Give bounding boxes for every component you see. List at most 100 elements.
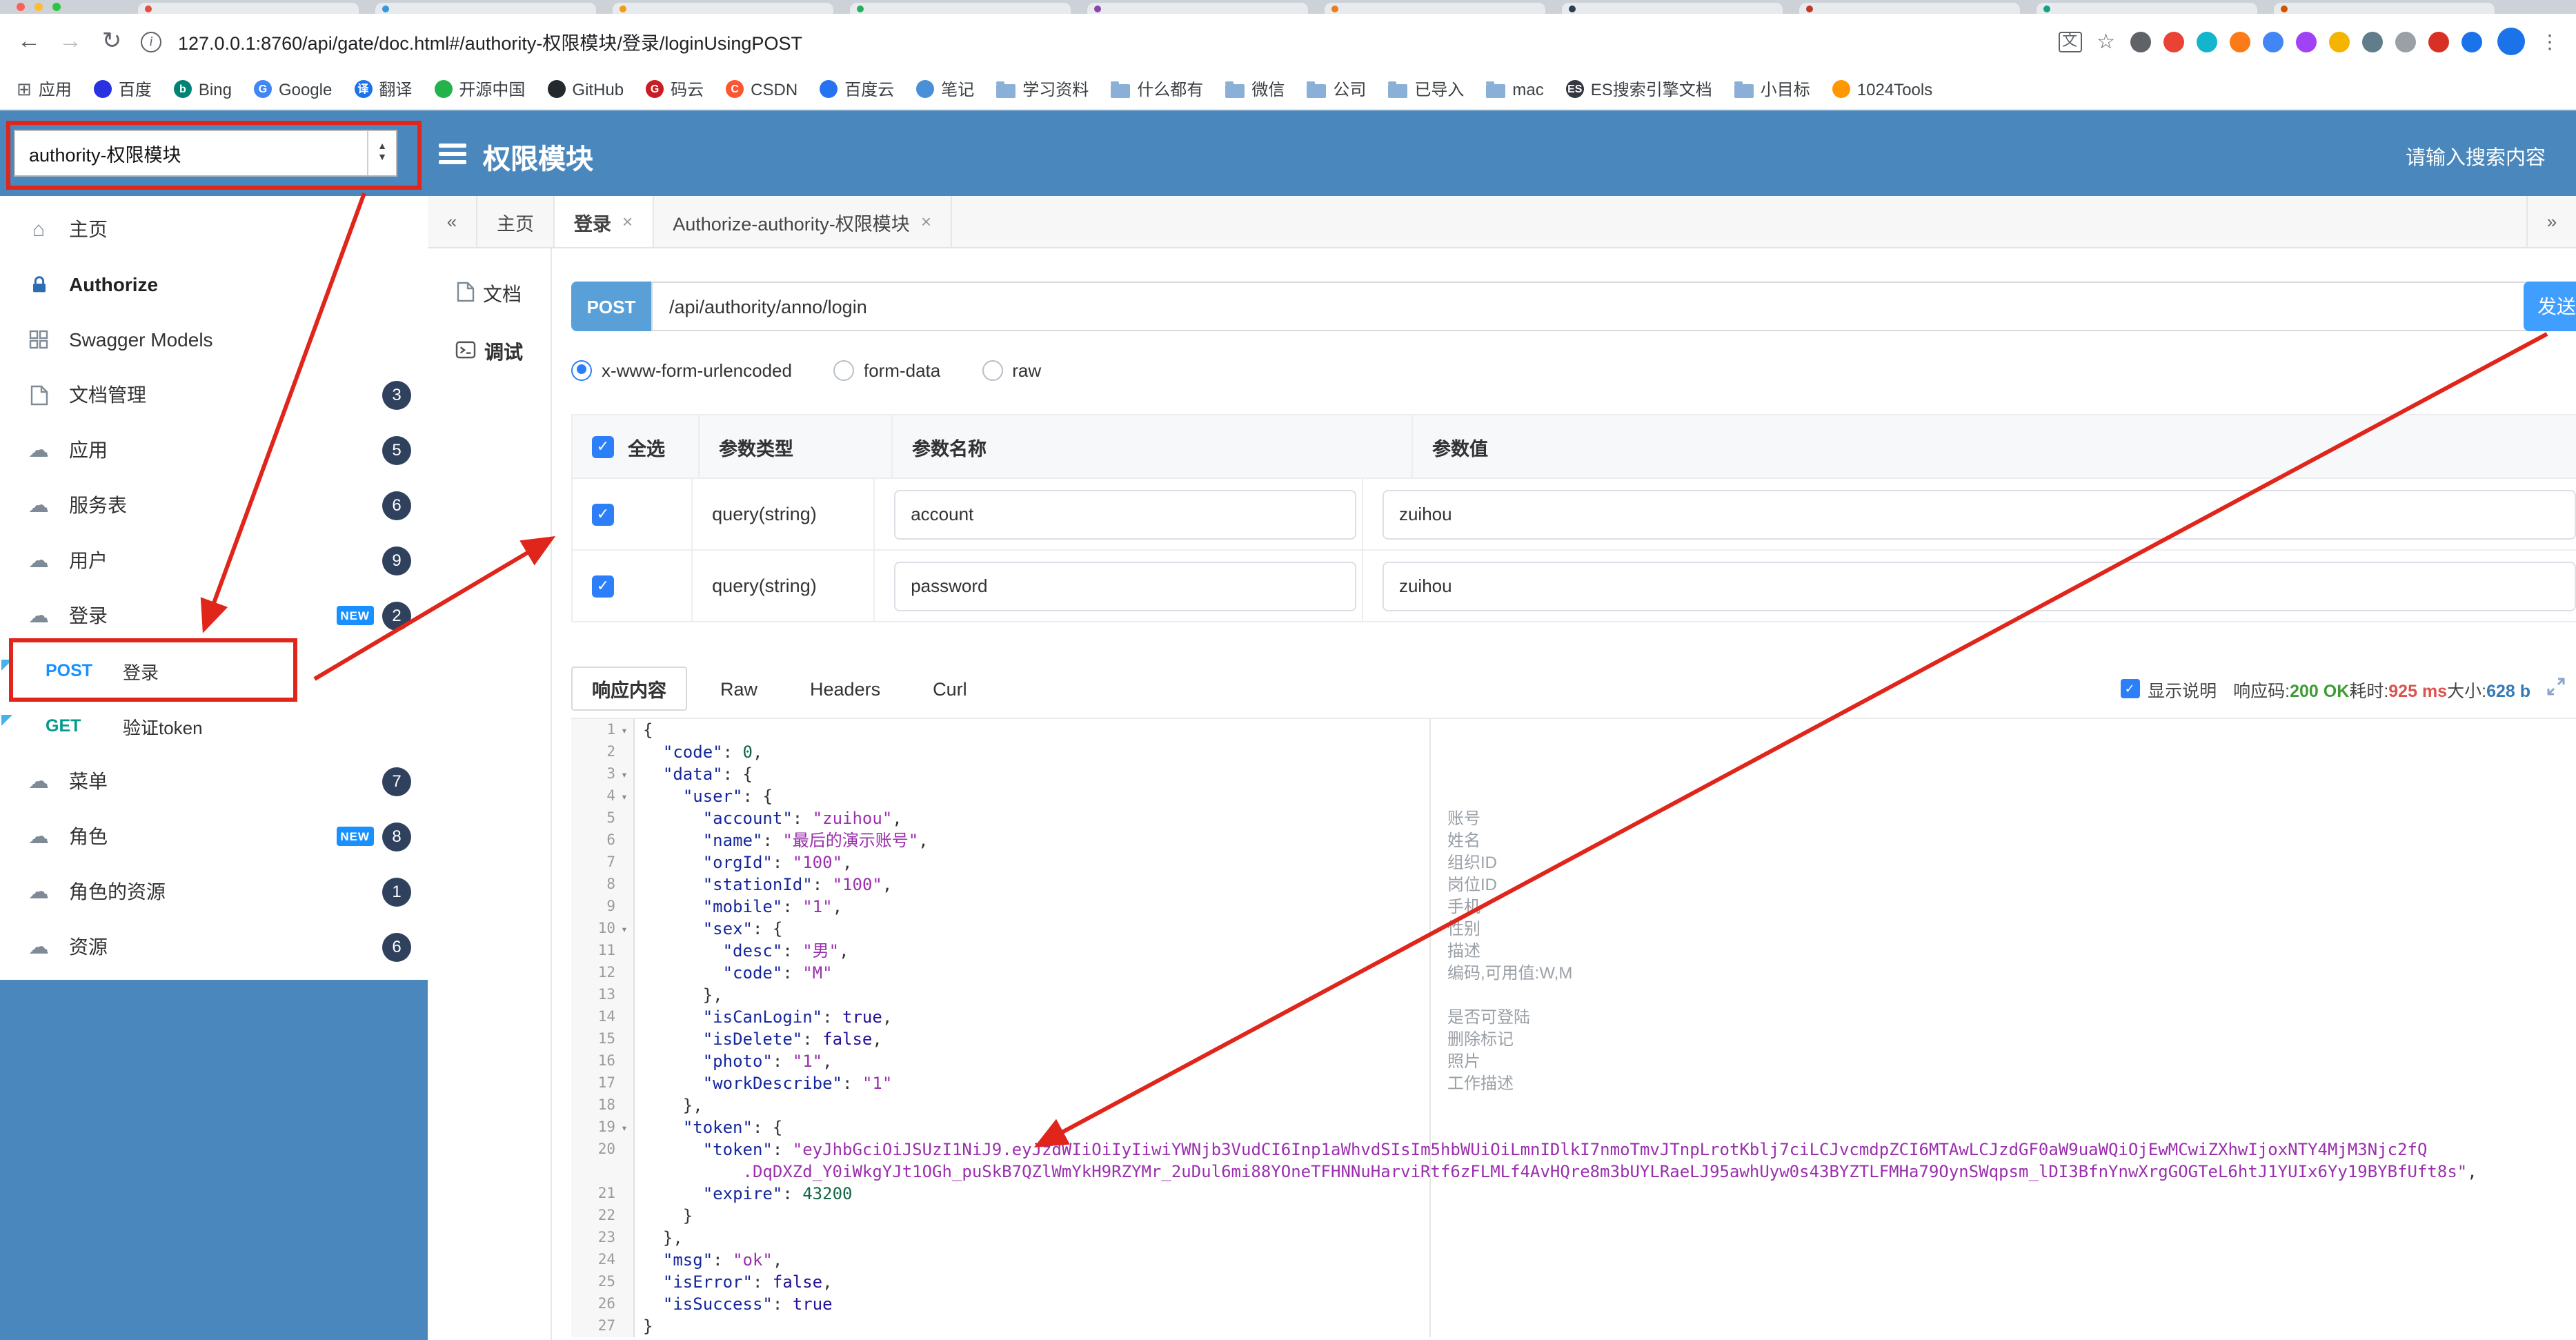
bookmark-item[interactable]: 微信 [1225,77,1285,101]
bookmark-item[interactable]: 译翻译 [354,77,412,101]
mac-window-button[interactable] [52,3,61,11]
bookmark-item[interactable]: G 码云 [646,77,704,101]
bookmark-item[interactable]: 什么都有 [1111,77,1203,101]
browser-tab[interactable] [1562,3,1783,14]
extension-icon[interactable] [2230,31,2250,52]
bookmark-star-icon[interactable]: ☆ [2097,29,2115,54]
forward-icon[interactable]: → [58,28,83,55]
browser-tab[interactable] [138,3,359,14]
bookmark-item[interactable]: 公司 [1307,77,1366,101]
bookmark-item[interactable]: C CSDN [726,79,797,99]
extension-icon[interactable] [2130,31,2151,52]
sidebar-item[interactable]: ⌂ 主页 [0,201,428,257]
sidebar-item[interactable]: ☁ 角色的资源 1 [0,864,428,919]
extension-icon[interactable] [2329,31,2350,52]
row-checkbox[interactable]: ✓ [592,575,614,597]
browser-menu-icon[interactable]: ⋮ [2540,30,2559,53]
row-checkbox[interactable]: ✓ [592,503,614,525]
sidebar-item[interactable]: Authorize [0,257,428,312]
response-body-editor[interactable]: 账号 姓名 组织ID 岗位ID 手机 性别 描述 编码,可用值:W,M 是否可登陆 删除标记 照片工… [571,718,2576,1337]
profile-avatar[interactable] [2497,28,2525,55]
bookmark-item[interactable]: 笔记 [916,77,974,101]
bookmark-item[interactable]: mac [1486,79,1544,99]
show-desc-checkbox[interactable]: ✓ [2120,679,2140,698]
sidebar-api-get[interactable]: GET 验证token [0,698,428,753]
browser-tab[interactable] [2274,3,2495,14]
sidebar-item[interactable]: Swagger Models [0,312,428,367]
browser-tab[interactable] [1325,3,1545,14]
tabs-scroll-left-icon[interactable]: « [428,196,477,247]
response-tab[interactable]: Headers [791,667,900,711]
param-name-input[interactable]: account [894,489,1357,539]
bookmark-item[interactable]: 1024Tools [1832,79,1932,99]
sidebar-item[interactable]: ☁ 资源 6 [0,919,428,974]
bookmark-item[interactable]: b Bing [173,79,232,99]
url-text[interactable]: 127.0.0.1:8760/api/gate/doc.html#/author… [178,28,2041,55]
sidebar-item[interactable]: ☁ 服务表 6 [0,477,428,533]
workspace-tab[interactable]: 登录 × [555,196,654,247]
extension-icon[interactable] [2163,31,2184,52]
response-tab[interactable]: Curl [913,667,987,711]
menu-toggle-icon[interactable] [439,144,466,168]
header-search-input[interactable]: 请输入搜索内容 [2406,142,2546,171]
content-type-radio[interactable]: raw [982,359,1041,380]
bookmark-item[interactable]: ES ES搜索引擎文档 [1565,77,1712,101]
radio-icon[interactable] [982,359,1003,380]
mac-window-button[interactable] [17,3,25,11]
sidebar-item[interactable]: ☁ 应用 5 [0,422,428,477]
fullscreen-icon[interactable] [2547,678,2565,700]
content-type-radio[interactable]: x-www-form-urlencoded [571,359,792,380]
extension-icon[interactable] [2362,31,2383,52]
send-button[interactable]: 发送 [2524,282,2576,331]
reload-icon[interactable]: ↻ [99,28,124,55]
bookmark-item[interactable]: 已导入 [1388,77,1464,101]
workspace-tab[interactable]: 主页 [477,196,555,247]
bookmark-item[interactable]: GitHub [547,79,624,99]
browser-tab[interactable] [375,3,596,14]
bookmark-item[interactable]: 百度云 [820,77,894,101]
close-tab-icon[interactable]: × [921,211,931,232]
content-type-radio[interactable]: form-data [833,359,940,380]
param-name-input[interactable]: password [894,561,1357,611]
extension-icon[interactable] [2461,31,2482,52]
module-select[interactable]: authority-权限模块 ▲ ▼ [14,130,397,177]
response-tab[interactable]: 响应内容 [571,667,687,711]
back-icon[interactable]: ← [17,28,41,55]
translate-icon[interactable]: 文 [2058,31,2082,52]
bookmark-item[interactable]: 开源中国 [434,77,525,101]
bookmark-item[interactable]: 学习资料 [996,77,1089,101]
extension-icon[interactable] [2263,31,2283,52]
bookmark-item[interactable]: 小目标 [1734,77,1810,101]
extension-icon[interactable] [2296,31,2317,52]
endpoint-input[interactable]: /api/authority/anno/login [651,282,2535,331]
site-info-icon[interactable]: i [141,31,161,52]
tabs-scroll-right-icon[interactable]: » [2526,196,2576,247]
sidebar-item[interactable]: ☁ 用户 9 [0,533,428,588]
extension-icon[interactable] [2395,31,2416,52]
response-tab[interactable]: Raw [701,667,777,711]
doc-nav-document[interactable]: 文档 [428,265,551,323]
param-value-input[interactable]: zuihou [1382,561,2576,611]
doc-nav-debug[interactable]: 调试 [428,323,551,381]
bookmark-item[interactable]: 百度 [93,77,152,101]
close-tab-icon[interactable]: × [622,211,633,232]
workspace-tab[interactable]: Authorize-authority-权限模块 × [653,196,952,247]
radio-icon[interactable] [833,359,854,380]
extension-icon[interactable] [2197,31,2217,52]
param-value-input[interactable]: zuihou [1382,489,2576,539]
browser-tab[interactable] [1087,3,1308,14]
sidebar-item[interactable]: ☁ 菜单 7 [0,753,428,809]
browser-tab[interactable] [2037,3,2257,14]
sidebar-item[interactable]: ☁ 角色 NEW 8 [0,809,428,864]
extension-icon[interactable] [2428,31,2449,52]
browser-tab[interactable] [613,3,833,14]
browser-tab[interactable] [1799,3,2020,14]
sidebar-api-post[interactable]: POST 登录 [0,643,428,698]
browser-tab[interactable] [850,3,1071,14]
bookmark-item[interactable]: ⊞ 应用 [17,77,72,101]
sidebar-item[interactable]: ☁ 登录 NEW 2 [0,588,428,643]
mac-window-button[interactable] [34,3,43,11]
sidebar-item[interactable]: 文档管理 3 [0,367,428,422]
bookmark-item[interactable]: G Google [253,79,332,99]
radio-icon[interactable] [571,359,592,380]
